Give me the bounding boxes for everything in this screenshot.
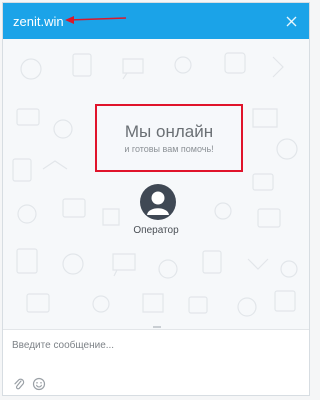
online-status-title: Мы онлайн — [124, 122, 214, 141]
emoji-button[interactable] — [32, 377, 46, 391]
chat-title: zenit.win — [13, 13, 64, 29]
message-input[interactable] — [12, 336, 302, 354]
close-icon — [286, 16, 296, 26]
online-status-box: Мы онлайн и готовы вам помочь! — [95, 104, 243, 172]
close-button[interactable] — [281, 11, 301, 31]
resize-handle[interactable] — [153, 326, 161, 328]
chat-widget: zenit.win Мы онлайн и готовы вам помочь!… — [2, 2, 310, 396]
attach-button[interactable] — [12, 377, 26, 391]
online-status-subtitle: и готовы вам помочь! — [124, 144, 214, 154]
message-composer — [3, 326, 309, 395]
paperclip-icon — [14, 378, 25, 390]
operator-avatar — [140, 184, 176, 220]
user-icon — [147, 191, 169, 215]
operator-name: Оператор — [133, 225, 179, 236]
smiley-icon — [32, 377, 46, 391]
chat-body: Мы онлайн и готовы вам помочь! Оператор — [3, 39, 309, 329]
chat-header: zenit.win — [3, 3, 309, 39]
